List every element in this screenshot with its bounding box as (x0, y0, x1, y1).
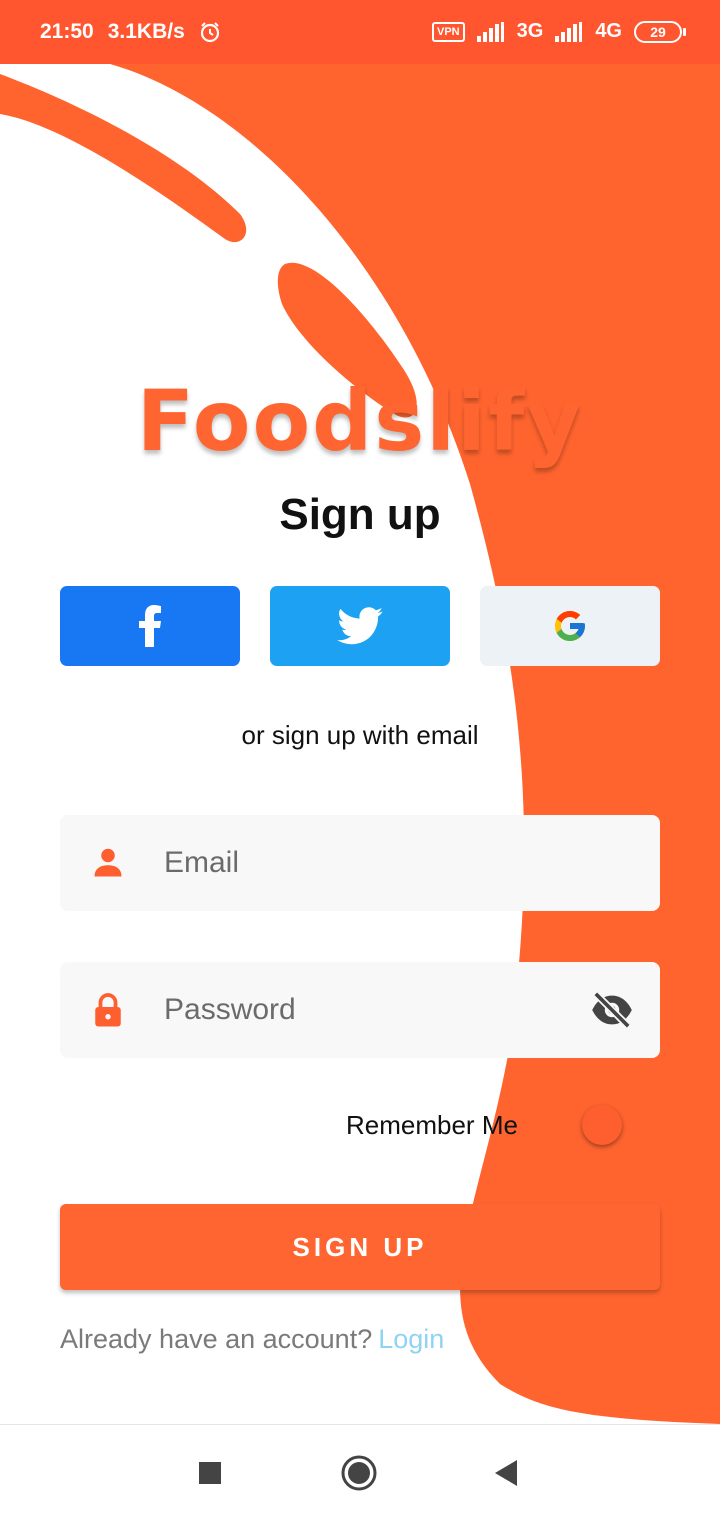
triangle-back-icon (495, 1460, 517, 1486)
alarm-icon (200, 22, 219, 43)
twitter-icon (337, 607, 383, 645)
recents-button[interactable] (190, 1453, 230, 1493)
email-input[interactable] (164, 815, 564, 911)
password-field[interactable] (60, 962, 660, 1058)
person-icon (94, 848, 122, 877)
facebook-icon (139, 605, 161, 647)
status-bar: 21:50 3.1KB/s VPN 3G 4G 29 (0, 0, 720, 64)
vpn-badge: VPN (432, 21, 465, 42)
battery-indicator: 29 (634, 20, 686, 43)
signal-icon-2 (555, 21, 583, 42)
or-signup-email-text: or sign up with email (241, 720, 479, 750)
login-prompt-text: Already have an account? (60, 1324, 373, 1354)
google-icon (555, 611, 585, 641)
remember-me-label: Remember Me (346, 1110, 518, 1140)
login-link[interactable]: Login (378, 1324, 444, 1354)
network-4g: 4G (595, 20, 622, 42)
page-title: Sign up (279, 490, 441, 539)
email-field[interactable] (60, 815, 660, 911)
eye-off-icon[interactable] (590, 992, 634, 1028)
remember-me-toggle[interactable] (582, 1105, 622, 1145)
circle-icon (341, 1455, 377, 1491)
status-time: 21:50 (40, 20, 94, 43)
network-3g: 3G (516, 20, 544, 42)
system-nav-bar (0, 1424, 720, 1521)
app-logo: Foodslify (136, 372, 584, 470)
google-signup-button[interactable] (480, 586, 660, 666)
square-icon (199, 1462, 221, 1484)
back-button[interactable] (486, 1453, 526, 1493)
login-prompt: Already have an account? Login (60, 1324, 444, 1355)
status-net-speed: 3.1KB/s (107, 20, 185, 43)
password-input[interactable] (164, 962, 564, 1058)
signal-icon (476, 21, 504, 42)
signup-button[interactable]: SIGN UP (60, 1204, 660, 1290)
home-button[interactable] (339, 1453, 379, 1493)
twitter-signup-button[interactable] (270, 586, 450, 666)
facebook-signup-button[interactable] (60, 586, 240, 666)
lock-icon (95, 993, 121, 1027)
